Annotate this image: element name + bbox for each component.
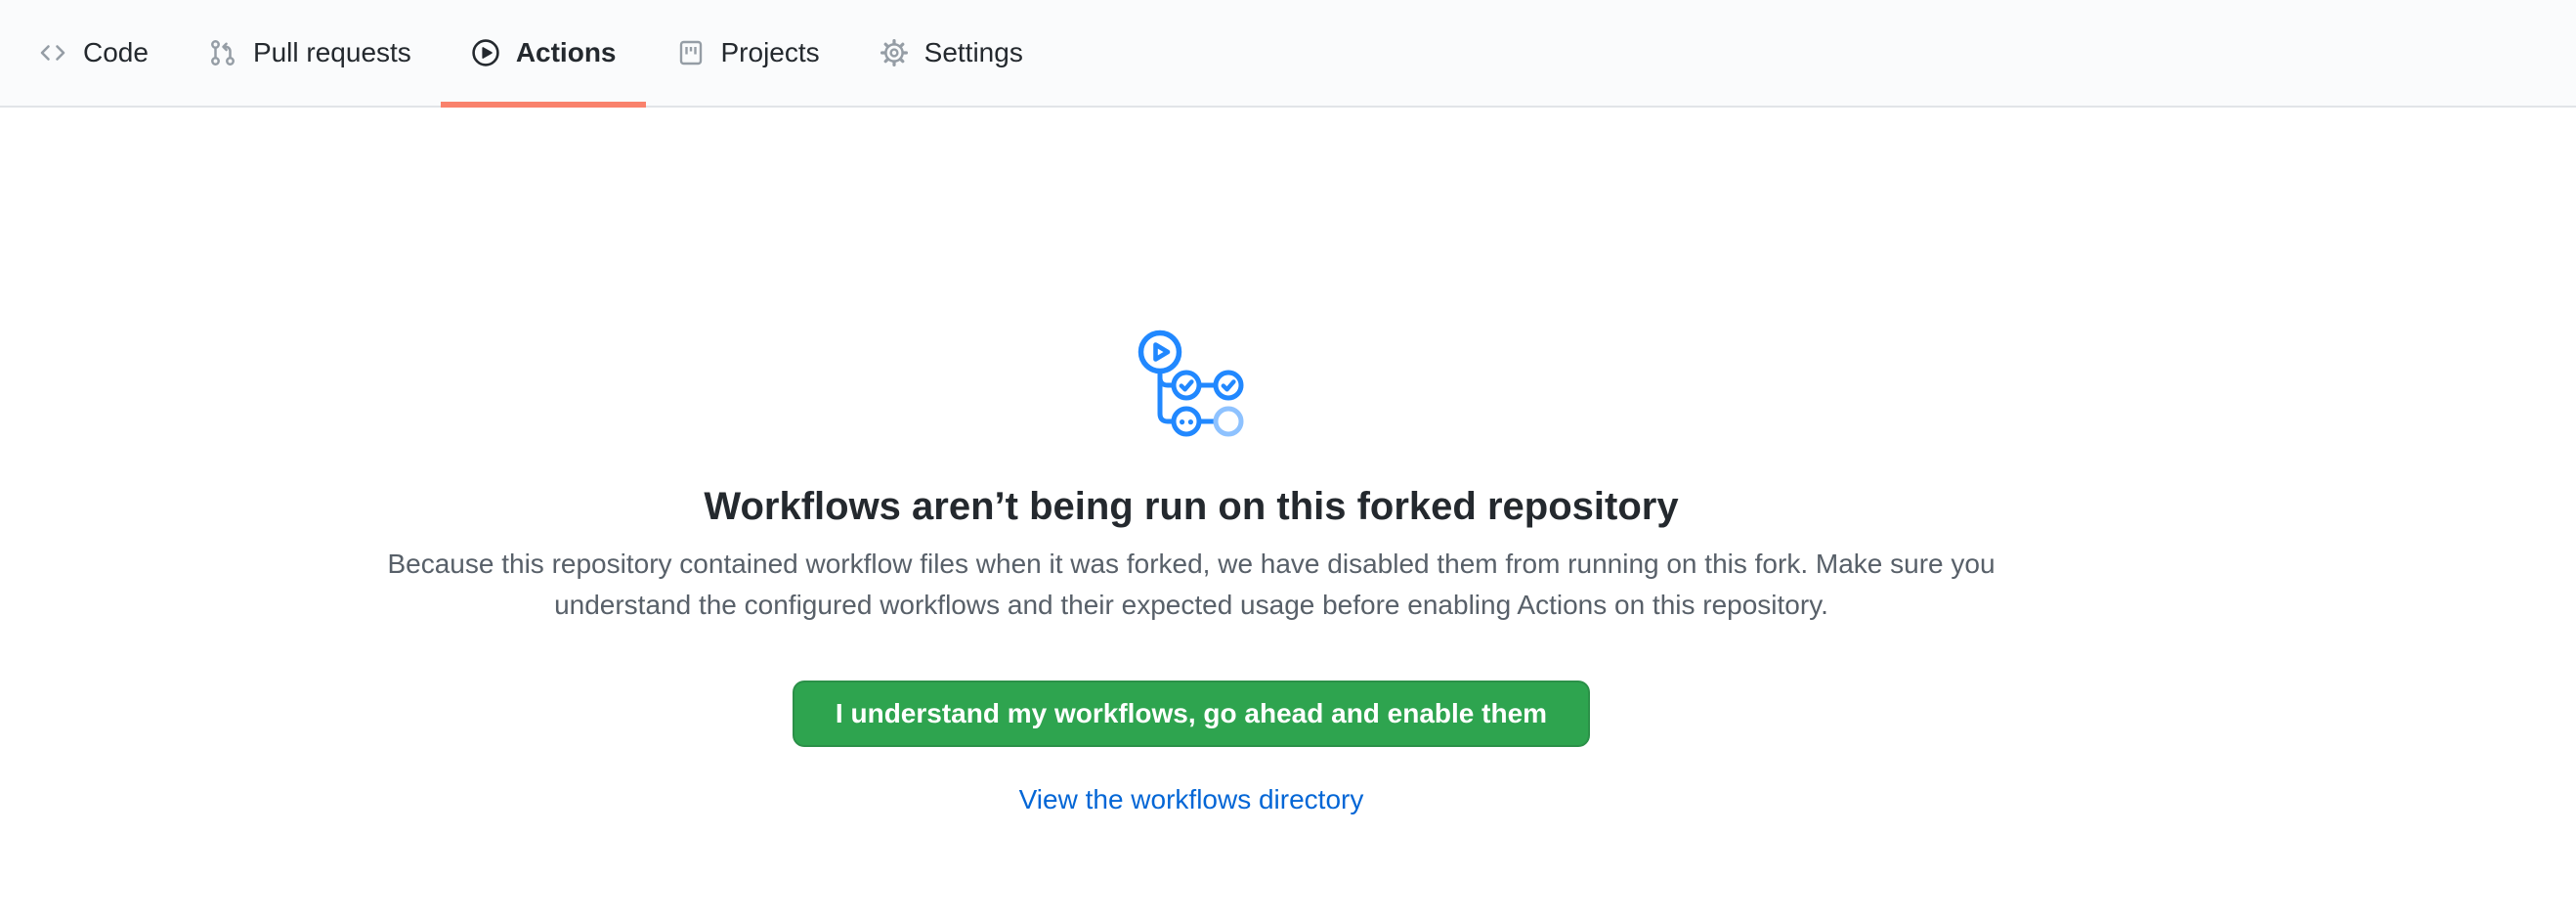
- tab-projects[interactable]: Projects: [646, 0, 849, 106]
- enable-workflows-button[interactable]: I understand my workflows, go ahead and …: [793, 681, 1590, 747]
- tab-settings-label: Settings: [924, 39, 1023, 66]
- pull-request-icon: [207, 37, 238, 68]
- blankslate: Workflows aren’t being run on this forke…: [0, 108, 2383, 815]
- tab-projects-label: Projects: [721, 39, 820, 66]
- tab-pull-requests[interactable]: Pull requests: [178, 0, 441, 106]
- play-circle-icon: [470, 37, 501, 68]
- tab-pull-requests-label: Pull requests: [253, 39, 411, 66]
- code-icon: [37, 37, 68, 68]
- view-workflows-directory-link[interactable]: View the workflows directory: [1019, 784, 1364, 815]
- tab-code-label: Code: [83, 39, 149, 66]
- repo-tab-bar: Code Pull requests Actions: [0, 0, 2576, 108]
- tab-actions-label: Actions: [516, 39, 617, 66]
- tab-settings[interactable]: Settings: [849, 0, 1052, 106]
- tab-actions[interactable]: Actions: [441, 0, 646, 106]
- gear-icon: [879, 37, 910, 68]
- tab-code[interactable]: Code: [8, 0, 178, 106]
- notice-heading: Workflows aren’t being run on this forke…: [704, 483, 1678, 530]
- workflow-graph-icon: [1138, 329, 1245, 438]
- notice-description: Because this repository contained workfl…: [380, 544, 2002, 626]
- project-board-icon: [675, 37, 707, 68]
- actions-disabled-notice: Workflows aren’t being run on this forke…: [0, 108, 2576, 815]
